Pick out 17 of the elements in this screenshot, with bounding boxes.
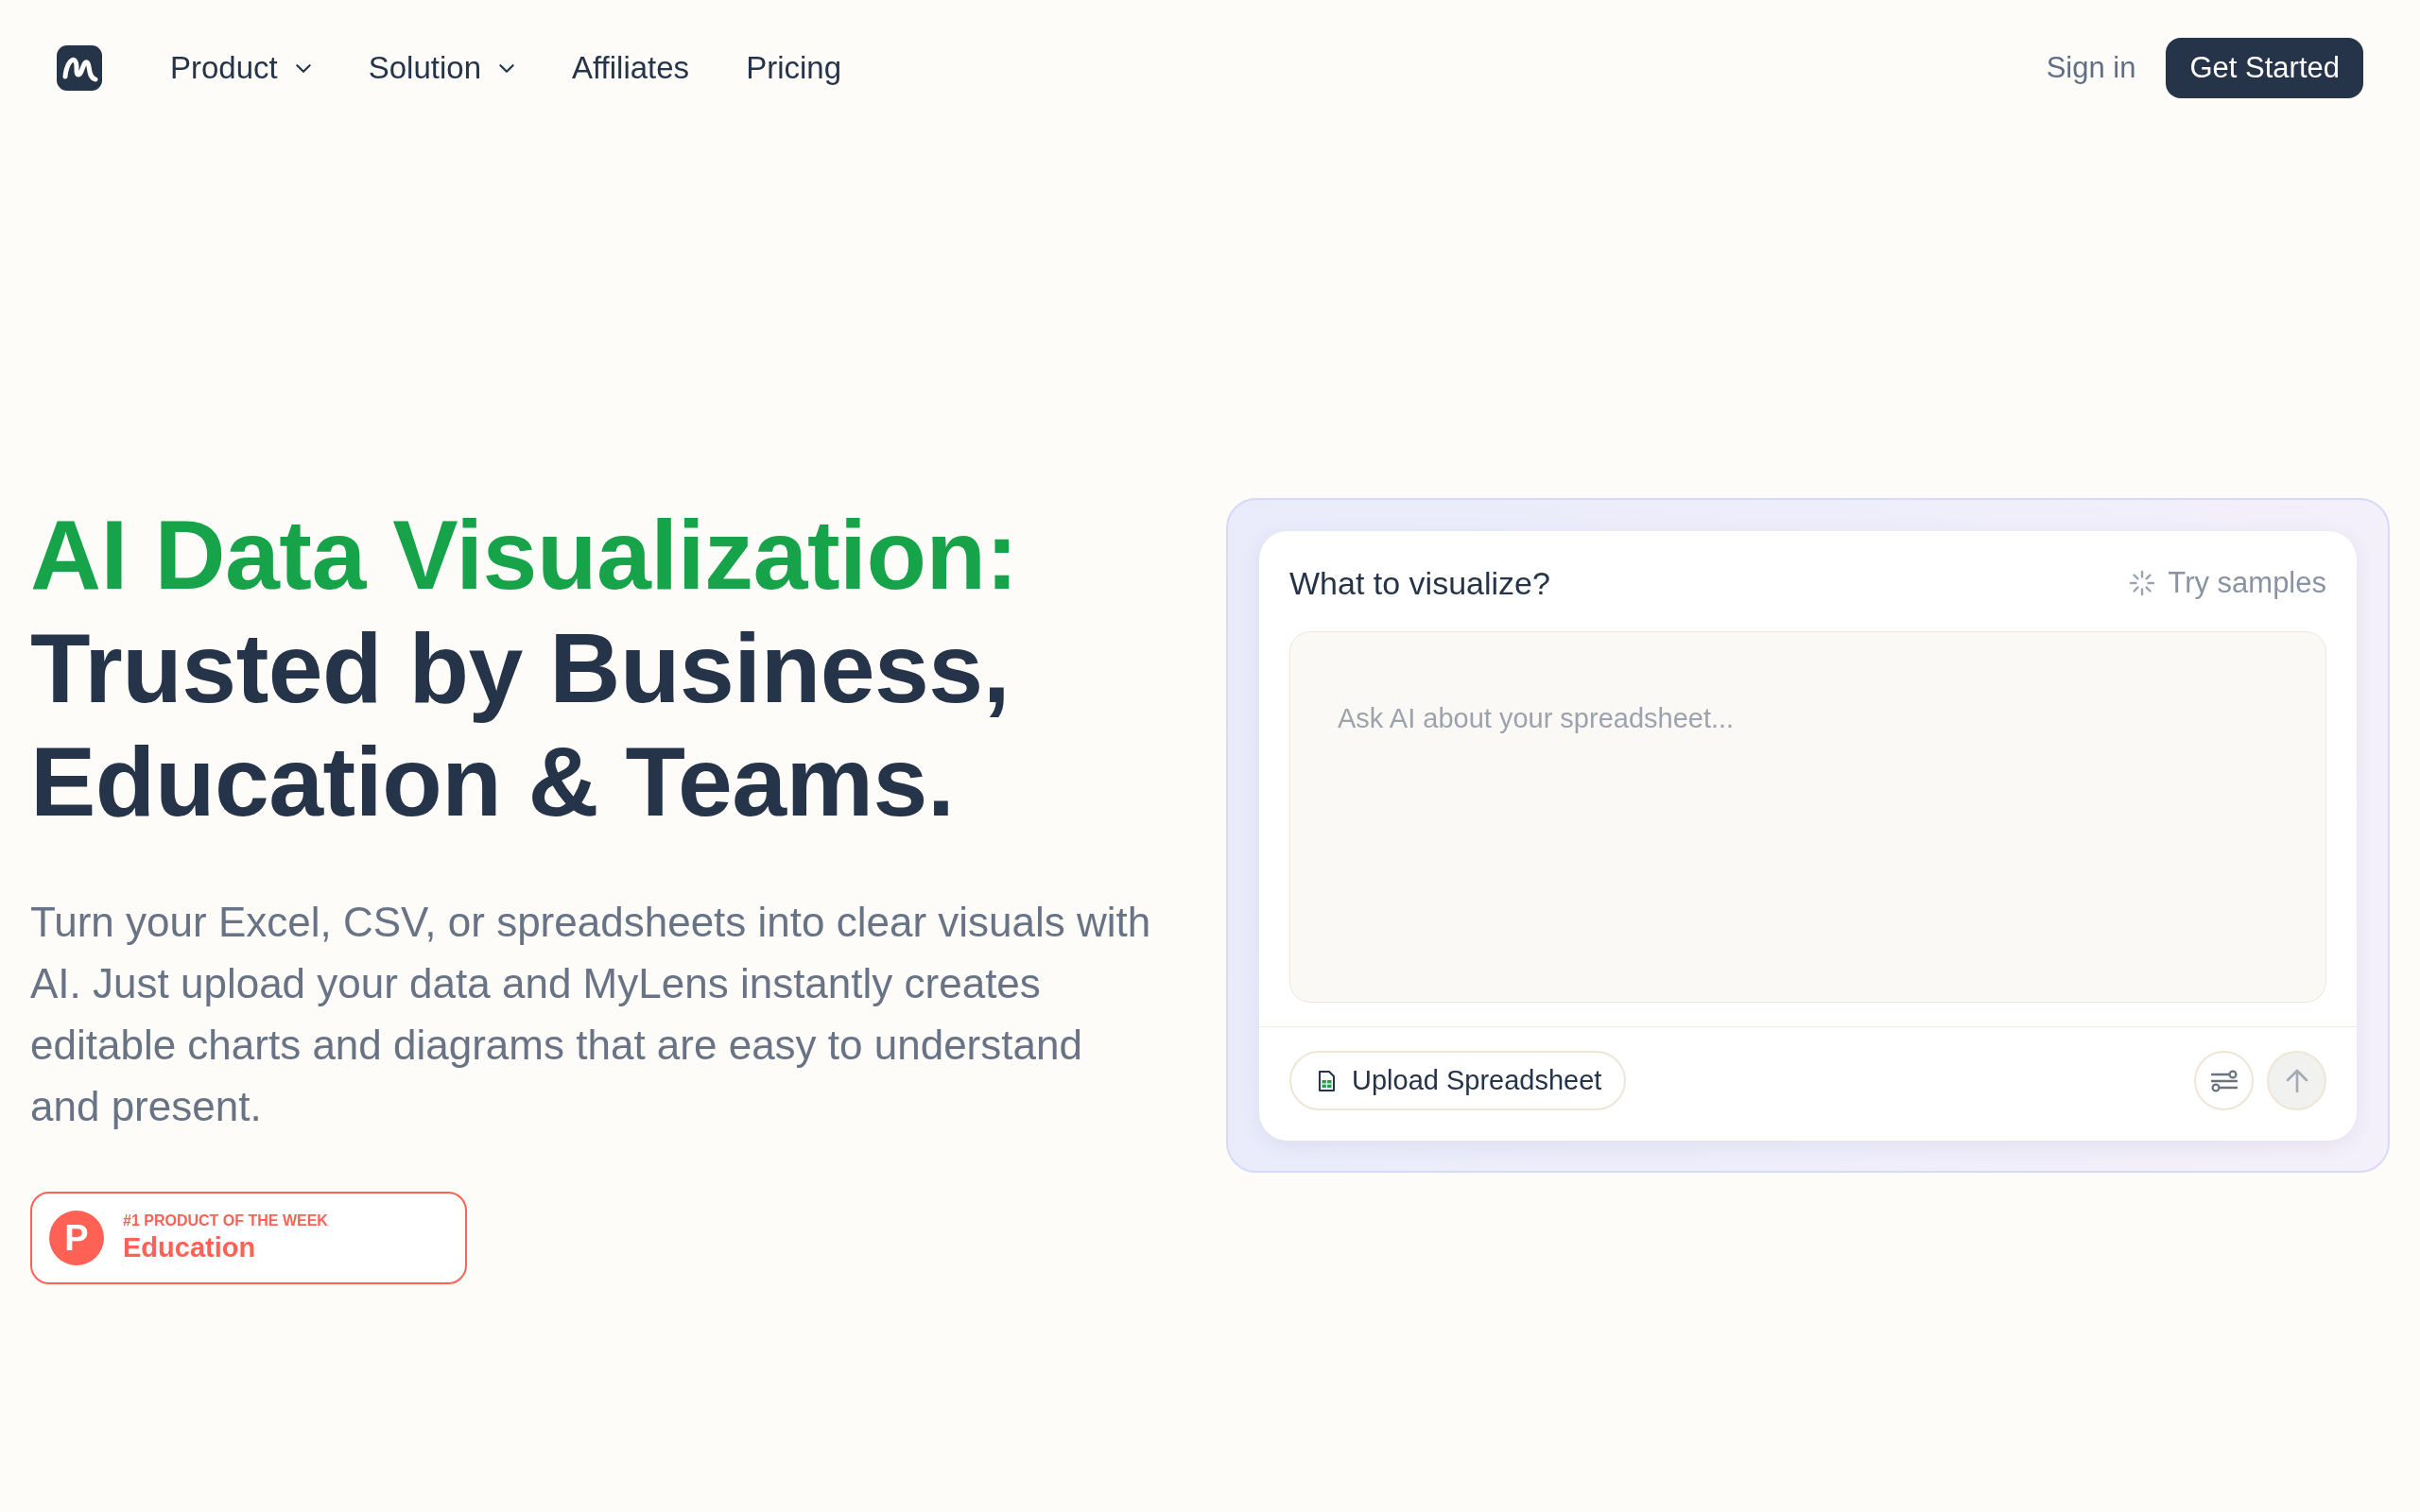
spinner-icon bbox=[2128, 569, 2157, 597]
hero-description: Turn your Excel, CSV, or spreadsheets into clear visuals with AI. Just upload your data and MyLens instantly creates editable charts and diagrams that are easy to understand and present. bbox=[30, 898, 1152, 1131]
nav-link[interactable]: Pricing bbox=[746, 50, 841, 86]
nav-link[interactable]: Affiliates bbox=[572, 50, 690, 86]
hero-heading: AI Data Visualization: Trusted by Business, Education & Teams. bbox=[30, 499, 1019, 838]
sign-in-link[interactable]: Sign in bbox=[2046, 51, 2136, 85]
nav-link[interactable]: Solution bbox=[368, 50, 515, 86]
p-logo: P bbox=[49, 1211, 104, 1265]
card-title: What to visualize? bbox=[1289, 564, 1550, 602]
logo-icon[interactable] bbox=[57, 45, 102, 91]
spreadsheet-icon bbox=[1318, 1070, 1335, 1091]
get-started-button[interactable]: Get Started bbox=[2166, 38, 2363, 98]
upload-spreadsheet-button[interactable]: Upload Spreadsheet bbox=[1289, 1051, 1627, 1110]
award-caption: #1 PRODUCT OF THE WEEK bbox=[123, 1211, 328, 1230]
nav-link[interactable]: Product bbox=[170, 50, 312, 86]
award-category: Education bbox=[123, 1231, 257, 1264]
prompt-field[interactable]: Ask AI about your spreadsheet... bbox=[1289, 631, 2326, 1003]
